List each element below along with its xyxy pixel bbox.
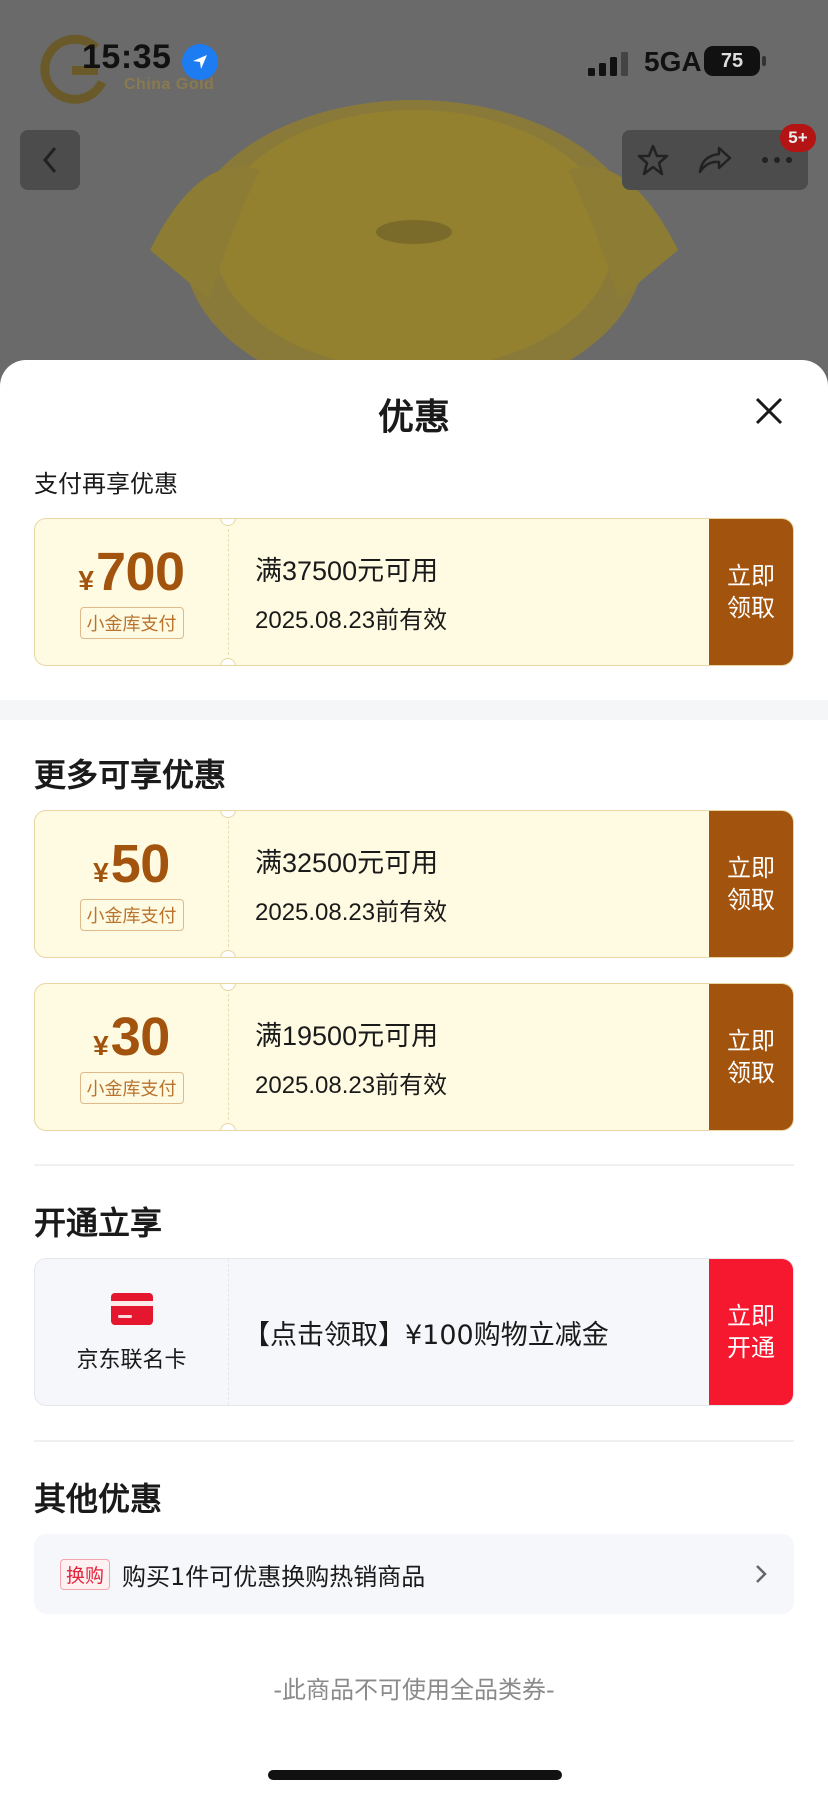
coupon-notch — [220, 1123, 236, 1130]
card-divider — [228, 1259, 229, 1405]
coupon-condition: 满19500元可用 — [255, 1021, 439, 1051]
claim-button-label: 立即领取 — [727, 854, 775, 914]
coupon-validity: 2025.08.23前有效 — [255, 899, 448, 926]
card-info: 京东联名卡 — [35, 1259, 228, 1405]
section-label-more: 更多可享优惠 — [34, 756, 227, 794]
claim-button-label: 立即领取 — [727, 1027, 775, 1087]
signal-icon — [588, 52, 628, 76]
card-name: 京东联名卡 — [76, 1348, 187, 1373]
exchange-badge: 换购 — [60, 1558, 111, 1590]
claim-button[interactable]: 立即领取 — [709, 519, 793, 665]
coupon-notch — [220, 950, 236, 957]
close-icon — [755, 397, 783, 425]
coupon-validity: 2025.08.23前有效 — [255, 1072, 448, 1099]
coupon-details: 满19500元可用 2025.08.23前有效 — [255, 984, 707, 1130]
close-button[interactable] — [752, 394, 786, 428]
coupon-amount: 30 — [110, 1007, 171, 1067]
favorite-button[interactable] — [625, 132, 681, 188]
claim-button[interactable]: 立即领取 — [709, 811, 793, 957]
payment-tag: 小金库支付 — [79, 899, 184, 931]
section-divider — [0, 700, 828, 720]
coupon-divider — [228, 994, 229, 1120]
footer-note: -此商品不可使用全品类券- — [273, 1676, 555, 1704]
currency-symbol: ¥ — [78, 565, 94, 596]
network-type: 5GA — [644, 46, 702, 77]
coupon-amount: 700 — [95, 542, 185, 602]
message-badge: 5+ — [780, 124, 816, 152]
location-arrow-icon — [182, 44, 218, 80]
currency-symbol: ¥ — [93, 857, 109, 888]
back-button[interactable] — [20, 130, 80, 190]
coupon-validity: 2025.08.23前有效 — [255, 607, 448, 634]
open-card-button[interactable]: 立即开通 — [709, 1259, 793, 1405]
divider-line — [34, 1440, 794, 1442]
divider-line — [34, 1164, 794, 1166]
sheet-title: 优惠 — [377, 397, 450, 438]
coupon-value: ¥ 700 小金库支付 — [35, 519, 228, 665]
share-icon — [698, 146, 732, 174]
card-offer: 京东联名卡 【点击领取】¥100购物立减金 立即开通 — [34, 1258, 794, 1406]
more-dots-icon — [762, 157, 792, 163]
claim-button[interactable]: 立即领取 — [709, 984, 793, 1130]
section-label-pay: 支付再享优惠 — [34, 470, 178, 498]
battery-icon: 75 — [704, 46, 760, 76]
open-card-button-label: 立即开通 — [727, 1302, 775, 1362]
home-indicator — [268, 1770, 562, 1780]
coupon-value: ¥ 30 小金库支付 — [35, 984, 228, 1130]
coupon-divider — [228, 821, 229, 947]
payment-tag: 小金库支付 — [79, 607, 184, 639]
coupon-details: 满37500元可用 2025.08.23前有效 — [255, 519, 707, 665]
other-offer-text: 购买1件可优惠换购热销商品 — [122, 1562, 426, 1591]
coupon-details: 满32500元可用 2025.08.23前有效 — [255, 811, 707, 957]
star-icon — [637, 144, 669, 176]
section-label-other: 其他优惠 — [34, 1480, 163, 1518]
product-page-background: China Gold 15:35 5GA 75 5+ — [0, 0, 828, 380]
battery-tip — [762, 56, 766, 66]
status-time: 15:35 — [82, 38, 172, 76]
card-offer-text: 【点击领取】¥100购物立减金 — [243, 1319, 609, 1351]
currency-symbol: ¥ — [93, 1030, 109, 1061]
claim-button-label: 立即领取 — [727, 562, 775, 622]
section-label-open: 开通立享 — [34, 1204, 163, 1242]
coupon-notch — [220, 658, 236, 665]
coupon-card: ¥ 50 小金库支付 满32500元可用 2025.08.23前有效 立即领取 — [34, 810, 794, 958]
other-offer-row[interactable]: 换购 购买1件可优惠换购热销商品 — [34, 1534, 794, 1614]
payment-tag: 小金库支付 — [79, 1072, 184, 1104]
coupon-amount: 50 — [110, 834, 171, 894]
promotions-sheet: 优惠 支付再享优惠 ¥ 700 小金库支付 满37500元可用 2025.08.… — [0, 360, 828, 1796]
coupon-card: ¥ 30 小金库支付 满19500元可用 2025.08.23前有效 立即领取 — [34, 983, 794, 1131]
share-button[interactable] — [687, 132, 743, 188]
credit-card-icon — [110, 1293, 153, 1325]
coupon-card: ¥ 700 小金库支付 满37500元可用 2025.08.23前有效 立即领取 — [34, 518, 794, 666]
coupon-condition: 满32500元可用 — [255, 848, 439, 878]
coupon-condition: 满37500元可用 — [255, 556, 439, 586]
chevron-left-icon — [43, 147, 57, 173]
coupon-divider — [228, 529, 229, 655]
chevron-right-icon — [756, 1565, 767, 1583]
coupon-value: ¥ 50 小金库支付 — [35, 811, 228, 957]
